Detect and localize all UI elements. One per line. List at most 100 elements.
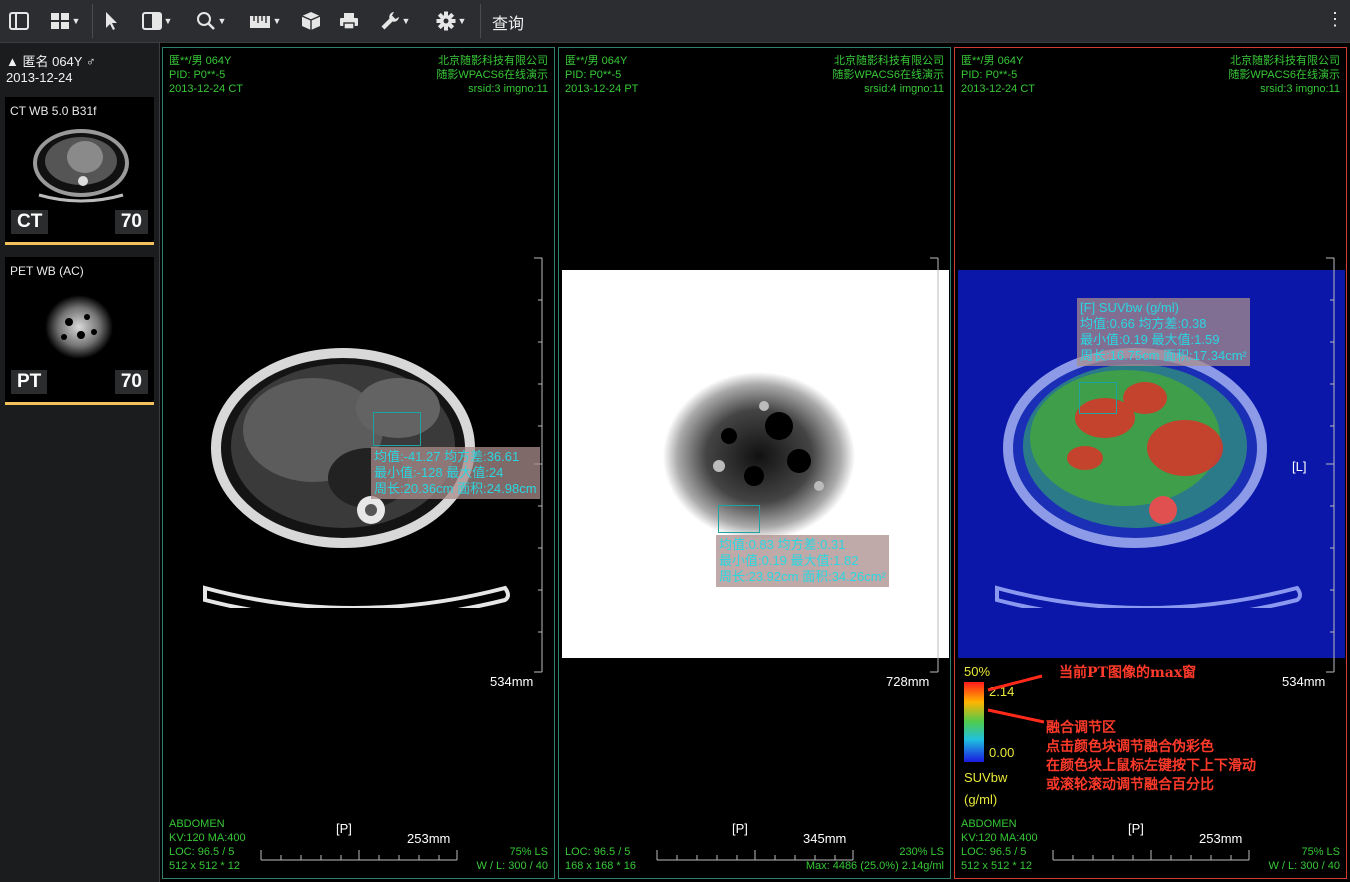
overlay-top-left: 匿**/男 064Y PID: P0**-5 2013-12-24 CT [169, 54, 243, 96]
patient-header[interactable]: ▲ 匿名 064Y ♂ [6, 51, 96, 70]
overlay-top-right: 北京随影科技有限公司 随影WPACS6在线演示 srsid:3 imgno:11 [436, 54, 548, 96]
series-description: PET WB (AC) [10, 264, 84, 278]
roi-stat-line: 均值:-41.27 均方差:36.61 [374, 449, 520, 464]
vertical-scale-ruler [1326, 257, 1335, 673]
horizontal-scale-ruler [1052, 850, 1250, 861]
institution: 北京随影科技有限公司 [834, 55, 944, 67]
roi-stat-line: 均值:0.83 均方差:0.31 [719, 537, 846, 552]
location: LOC: 96.5 / 5 [565, 846, 631, 858]
series-image-number: srsid:3 imgno:11 [1260, 83, 1340, 95]
body-part: ABDOMEN [169, 818, 225, 830]
callout-arrows [987, 674, 1045, 724]
more-menu-icon[interactable]: ⋮ [1326, 10, 1344, 28]
system-name: 随影WPACS6在线演示 [1228, 69, 1340, 81]
window-level: W / L: 300 / 40 [476, 860, 548, 872]
system-name: 随影WPACS6在线演示 [436, 69, 548, 81]
pointer-icon[interactable] [98, 6, 124, 36]
viewport-pet[interactable]: 均值:0.83 均方差:0.31 最小值:0.19 最大值:1.82 周长:23… [558, 47, 951, 879]
roi-stat-line: [F] SUVbw (g/ml) [1080, 300, 1179, 315]
roi-stat-line: 最小值:-128 最大值:24 [374, 465, 504, 480]
roi-stat-line: 周长:23.92cm 面积:34.26cm² [719, 569, 886, 584]
max-window: Max: 4486 (25.0%) 2.14g/ml [805, 860, 944, 872]
series-thumbnail-ct[interactable]: CT WB 5.0 B31f CT 70 [5, 97, 154, 245]
viewport-ct[interactable]: 均值:-41.27 均方差:36.61 最小值:-128 最大值:24 周长:2… [162, 47, 555, 879]
body-part: ABDOMEN [961, 818, 1017, 830]
query-button[interactable]: 查询 [492, 10, 524, 34]
overlay-top-left: 匿**/男 064Y PID: P0**-5 2013-12-24 CT [961, 54, 1035, 96]
roi-stat-line: 均值:0.66 均方差:0.38 [1080, 316, 1207, 331]
max-window-annotation: 当前PT图像的max窗 [1059, 665, 1197, 681]
gear-icon[interactable]: ▼ [430, 6, 472, 36]
roi-stat-line: 最小值:0.19 最大值:1.59 [1080, 332, 1220, 347]
image-count-badge: 70 [114, 210, 148, 234]
horizontal-scale-label: 345mm [803, 831, 847, 846]
fusion-unit-line: SUVbw [964, 770, 1008, 785]
roi-stat-line: 周长:16.75cm 面积:17.34cm² [1080, 348, 1247, 363]
zoom-icon[interactable]: ▼ [190, 6, 232, 36]
overlay-top-left: 匿**/男 064Y PID: P0**-5 2013-12-24 PT [565, 54, 638, 96]
toolbar-divider [480, 4, 481, 38]
roi-rectangle[interactable] [1079, 382, 1117, 414]
matrix-size: 512 x 512 * 12 [169, 860, 240, 872]
patient-info: 匿**/男 064Y [565, 55, 628, 67]
overlay-bottom-left: LOC: 96.5 / 5 168 x 168 * 16 [565, 845, 636, 873]
overlay-bottom-right: 75% LS W / L: 300 / 40 [476, 845, 548, 873]
vertical-scale-ruler [930, 257, 939, 673]
pet-thumbnail-image [45, 295, 113, 359]
fusion-unit-line: (g/ml) [964, 792, 998, 807]
image-count-badge: 70 [114, 370, 148, 394]
roi-rectangle[interactable] [373, 412, 421, 446]
zoom-level: 230% LS [899, 846, 944, 858]
wrench-icon[interactable]: ▼ [374, 6, 416, 36]
cube-3d-icon[interactable] [298, 6, 324, 36]
location: LOC: 96.5 / 5 [961, 846, 1027, 858]
overlay-bottom-right: 75% LS W / L: 300 / 40 [1268, 845, 1340, 873]
overlay-top-right: 北京随影科技有限公司 随影WPACS6在线演示 srsid:3 imgno:11 [1228, 54, 1340, 96]
institution: 北京随影科技有限公司 [438, 55, 548, 67]
orientation-bottom: [P] [336, 821, 352, 836]
ct-thumbnail-image [33, 129, 129, 203]
modality-badge: PT [11, 370, 48, 394]
sidebar-toggle-icon[interactable] [6, 6, 32, 36]
roi-rectangle[interactable] [718, 505, 760, 533]
orientation-bottom: [P] [1128, 821, 1144, 836]
print-icon[interactable] [336, 6, 362, 36]
series-sidebar: ▲ 匿名 064Y ♂ 2013-12-24 CT WB 5.0 B31f CT… [0, 43, 160, 882]
vertical-scale-label: 534mm [490, 674, 534, 689]
series-thumbnail-pt[interactable]: PET WB (AC) PT 70 [5, 257, 154, 405]
fusion-unit: SUVbw (g/ml) [964, 767, 1007, 811]
matrix-size: 168 x 168 * 16 [565, 860, 636, 872]
fusion-axial-image [995, 348, 1302, 608]
overlay-bottom-left: ABDOMEN KV:120 MA:400 LOC: 96.5 / 5 512 … [961, 817, 1038, 873]
study-date: 2013-12-24 [6, 70, 73, 85]
institution: 北京随影科技有限公司 [1230, 55, 1340, 67]
zoom-level: 75% LS [509, 846, 548, 858]
window-level: W / L: 300 / 40 [1268, 860, 1340, 872]
overlay-bottom-left: ABDOMEN KV:120 MA:400 LOC: 96.5 / 5 512 … [169, 817, 246, 873]
layout-grid-icon[interactable]: ▼ [44, 6, 86, 36]
vertical-scale-label: 728mm [886, 674, 930, 689]
roi-stats-box: [F] SUVbw (g/ml) 均值:0.66 均方差:0.38 最小值:0.… [1077, 298, 1250, 366]
matrix-size: 512 x 512 * 12 [961, 860, 1032, 872]
vertical-scale-label: 534mm [1282, 674, 1326, 689]
series-image-number: srsid:3 imgno:11 [468, 83, 548, 95]
overlay-bottom-right: 230% LS Max: 4486 (25.0%) 2.14g/ml [806, 845, 944, 873]
orientation-right: [L] [1292, 459, 1307, 474]
system-name: 随影WPACS6在线演示 [832, 69, 944, 81]
location: LOC: 96.5 / 5 [169, 846, 235, 858]
kv-ma: KV:120 MA:400 [961, 832, 1038, 844]
horizontal-scale-label: 253mm [1199, 831, 1243, 846]
ruler-icon[interactable]: ▼ [244, 6, 286, 36]
annotation-line: 点击颜色块调节融合伪彩色 [1046, 739, 1214, 755]
patient-id: PID: P0**-5 [961, 69, 1018, 81]
horizontal-scale-label: 253mm [407, 831, 451, 846]
window-level-icon[interactable]: ▼ [136, 6, 178, 36]
kv-ma: KV:120 MA:400 [169, 832, 246, 844]
fusion-min-value: 0.00 [989, 745, 1015, 760]
annotation-line: 或滚轮滚动调节融合百分比 [1046, 777, 1214, 793]
toolbar-divider [92, 4, 93, 38]
patient-id: PID: P0**-5 [565, 69, 622, 81]
roi-stat-line: 周长:20.36cm 面积:24.98cm [374, 481, 537, 496]
patient-info: 匿**/男 064Y [961, 55, 1024, 67]
horizontal-scale-ruler [260, 850, 458, 861]
